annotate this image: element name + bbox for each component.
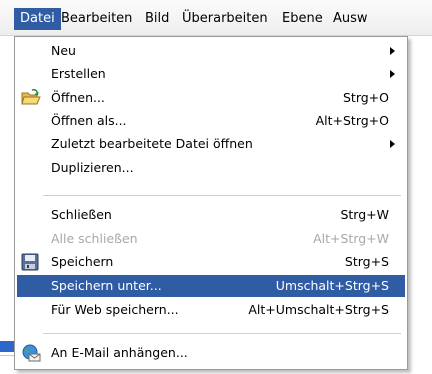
menu-item-shortcut: Alt+Strg+W	[313, 231, 389, 246]
menu-item-label: Öffnen als...	[51, 113, 127, 128]
menu-item-shortcut: Alt+Umschalt+Strg+S	[248, 302, 389, 317]
menu-bild[interactable]: Bild	[139, 8, 175, 30]
menu-separator	[43, 195, 401, 196]
menu-item-label: Speichern	[51, 254, 114, 269]
menu-bar: Datei Bearbeiten Bild Überarbeiten Ebene…	[0, 0, 432, 36]
menu-item-label: Erstellen	[51, 66, 106, 81]
menu-item-shortcut: Strg+O	[342, 90, 389, 105]
menu-item-label: An E-Mail anhängen...	[51, 345, 188, 360]
menu-item-neu[interactable]: Neu	[17, 40, 405, 62]
menu-item-oeffnen-als[interactable]: Öffnen als... Alt+Strg+O	[17, 110, 405, 132]
menu-item-shortcut: Alt+Strg+O	[315, 113, 389, 128]
menu-datei[interactable]: Datei	[14, 8, 61, 30]
menu-item-shortcut: Strg+W	[340, 207, 389, 222]
menu-item-schliessen[interactable]: Schließen Strg+W	[17, 204, 405, 226]
menu-item-oeffnen[interactable]: Öffnen... Strg+O	[17, 87, 405, 109]
submenu-arrow-icon	[390, 140, 395, 148]
menu-item-fuer-web-speichern[interactable]: Für Web speichern... Alt+Umschalt+Strg+S	[17, 299, 405, 321]
menu-item-label: Alle schließen	[51, 231, 138, 246]
menu-item-label: Speichern unter...	[51, 278, 162, 293]
menu-item-alle-schliessen: Alle schließen Alt+Strg+W	[17, 228, 405, 250]
file-menu-dropdown: Neu Erstellen Öffnen... Strg+O Öffnen al…	[14, 36, 408, 370]
email-globe-icon	[21, 344, 41, 362]
menu-bearbeiten[interactable]: Bearbeiten	[55, 8, 138, 30]
menu-item-speichern[interactable]: Speichern Strg+S	[17, 251, 405, 273]
menu-item-shortcut: Umschalt+Strg+S	[275, 278, 389, 293]
menu-item-duplizieren[interactable]: Duplizieren...	[17, 157, 405, 179]
background-divider	[0, 355, 14, 356]
submenu-arrow-icon	[390, 47, 395, 55]
menu-item-label: Duplizieren...	[51, 160, 134, 175]
submenu-arrow-icon	[390, 70, 395, 78]
menu-item-label: Für Web speichern...	[51, 302, 179, 317]
folder-open-icon	[21, 89, 41, 107]
menu-item-label: Neu	[51, 43, 76, 58]
menu-item-label: Öffnen...	[51, 90, 105, 105]
menu-item-label: Schließen	[51, 207, 112, 222]
menu-item-label: Zuletzt bearbeitete Datei öffnen	[51, 136, 253, 151]
menu-item-an-email-anhaengen[interactable]: An E-Mail anhängen...	[17, 342, 405, 364]
menu-item-zuletzt-bearbeitet[interactable]: Zuletzt bearbeitete Datei öffnen	[17, 133, 405, 155]
floppy-disk-icon	[21, 253, 39, 271]
menu-item-shortcut: Strg+S	[344, 254, 389, 269]
menu-ueberarbeiten[interactable]: Überarbeiten	[176, 8, 274, 30]
menu-auswahl[interactable]: Ausw	[327, 8, 374, 30]
application-window: Datei Bearbeiten Bild Überarbeiten Ebene…	[0, 0, 432, 374]
menu-item-speichern-unter[interactable]: Speichern unter... Umschalt+Strg+S	[17, 275, 405, 297]
menu-separator	[43, 333, 401, 334]
menu-item-erstellen[interactable]: Erstellen	[17, 63, 405, 85]
menu-ebene[interactable]: Ebene	[276, 8, 329, 30]
